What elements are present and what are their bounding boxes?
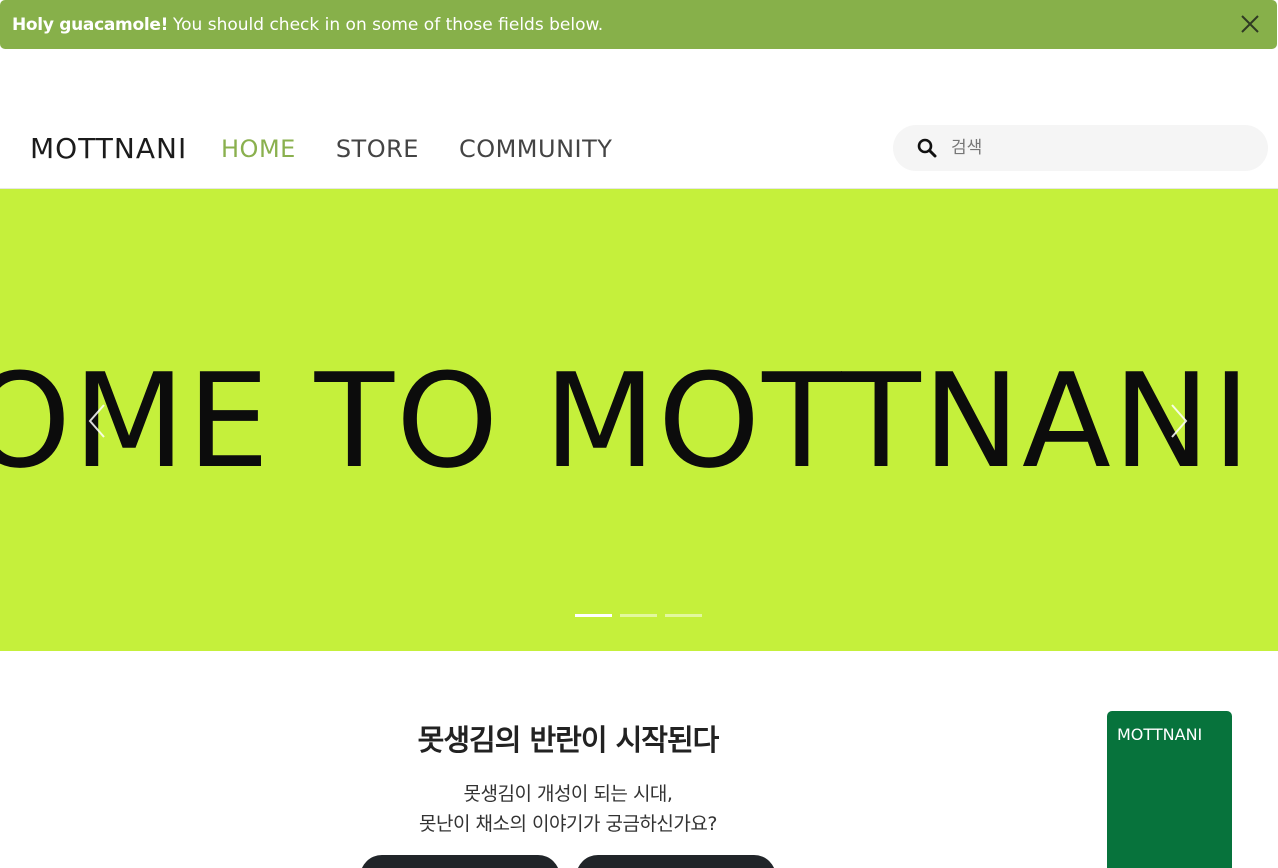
- chevron-right-icon[interactable]: [1168, 401, 1192, 441]
- hero-headline: WELCOME TO MOTTNANI COME: [0, 345, 1278, 497]
- carousel-indicator-3[interactable]: [665, 614, 702, 617]
- page: Holy guacamole! You should check in on s…: [0, 0, 1278, 868]
- alert-strong-text: Holy guacamole!: [12, 14, 169, 35]
- carousel-indicator-2[interactable]: [620, 614, 657, 617]
- brand-logo[interactable]: MOTTNANI: [30, 132, 187, 165]
- hero-carousel: WELCOME TO MOTTNANI COME: [0, 189, 1278, 651]
- carousel-indicator-1[interactable]: [575, 614, 612, 617]
- alert-banner: Holy guacamole! You should check in on s…: [0, 0, 1277, 49]
- intro-title: 못생김의 반란이 시작된다: [417, 723, 720, 757]
- nav-item-store[interactable]: STORE: [336, 135, 419, 163]
- side-card-label: MOTTNANI: [1117, 725, 1203, 744]
- carousel-indicators: [575, 614, 702, 617]
- navbar: MOTTNANI HOME STORE COMMUNITY: [0, 49, 1278, 189]
- search-icon[interactable]: [917, 138, 937, 158]
- intro-button-1[interactable]: [360, 855, 560, 868]
- close-icon[interactable]: [1239, 13, 1261, 35]
- nav-menu: HOME STORE COMMUNITY: [221, 135, 612, 163]
- search-bar: [893, 125, 1268, 171]
- side-card[interactable]: MOTTNANI: [1107, 711, 1232, 868]
- intro-line-1: 못생김이 개성이 되는 시대,: [463, 783, 673, 805]
- intro-button-2[interactable]: [576, 855, 776, 868]
- nav-item-home[interactable]: HOME: [221, 135, 296, 163]
- alert-message: You should check in on some of those fie…: [173, 14, 604, 35]
- chevron-left-icon[interactable]: [84, 401, 108, 441]
- search-input[interactable]: [951, 133, 1251, 163]
- nav-item-community[interactable]: COMMUNITY: [459, 135, 612, 163]
- intro-line-2: 못난이 채소의 이야기가 궁금하신가요?: [419, 813, 717, 835]
